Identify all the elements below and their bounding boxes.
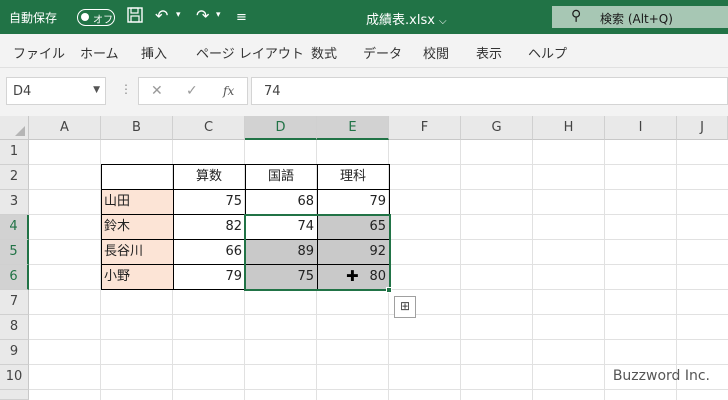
row-header[interactable]: 2 [0,165,29,190]
column-header[interactable]: I [605,116,677,140]
name-cell[interactable]: 長谷川 [101,240,173,265]
table-header-cell[interactable]: 国語 [245,165,317,190]
gridline [604,140,605,400]
search-box[interactable]: ⚲ 検索 (Alt+Q) [552,6,728,28]
undo-dropdown-icon[interactable]: ▾ [176,10,181,20]
select-all-icon [15,126,25,136]
redo-dropdown-icon[interactable]: ▾ [216,10,221,20]
column-header[interactable]: J [677,116,728,140]
customize-toolbar-icon[interactable]: ≡ [236,8,247,28]
column-header[interactable]: G [461,116,533,140]
formula-tools: ✕ ✓ fx [138,77,248,105]
tab-view[interactable]: 表示 [476,43,502,62]
column-header[interactable]: C [173,116,245,140]
tab-file[interactable]: ファイル [13,43,65,62]
cancel-icon[interactable]: ✕ [151,83,163,99]
score-cell[interactable]: 79 [173,265,245,290]
tab-data[interactable]: データ [363,43,402,62]
name-box-value: D4 [13,84,32,99]
name-box[interactable]: D4 ▼ [6,77,106,105]
gridline [532,140,533,400]
gridline [29,389,728,390]
table-border [101,164,102,290]
name-cell[interactable]: 山田 [101,190,173,215]
enter-icon[interactable]: ✓ [186,83,198,99]
undo-icon[interactable]: ↶ [155,6,168,26]
cross-cursor-icon: ✚ [346,267,359,285]
file-name-text: 成績表.xlsx [366,13,435,28]
table-border [173,164,174,290]
more-options-icon[interactable]: ⋮ [120,82,132,96]
ribbon-tabs: ファイル ホーム 挿入 ページ レイアウト 数式 データ 校閲 表示 ヘルプ [0,34,728,68]
autosave-state: オフ [93,15,113,26]
row-header[interactable]: 8 [0,315,29,340]
name-cell[interactable]: 小野 [101,265,173,290]
autosave-toggle[interactable]: オフ [77,9,115,26]
row-header-selected[interactable]: 4 [0,215,29,240]
table-border [101,164,173,165]
file-name[interactable]: 成績表.xlsx ⌵ [366,9,447,28]
table-header-cell[interactable]: 算数 [173,165,245,190]
row-header[interactable]: 7 [0,290,29,315]
tab-help[interactable]: ヘルプ [528,43,567,62]
row-header[interactable]: 3 [0,190,29,215]
chevron-down-icon: ⌵ [439,16,447,27]
gridline [460,140,461,400]
score-cell[interactable]: 82 [173,215,245,240]
watermark: Buzzword Inc. [612,368,710,384]
search-label: 検索 (Alt+Q) [600,12,673,26]
score-cell[interactable]: 66 [173,240,245,265]
chevron-down-icon[interactable]: ▼ [93,85,100,95]
column-header[interactable]: H [533,116,605,140]
insert-function-icon[interactable]: fx [223,84,234,98]
tab-home[interactable]: ホーム [80,43,119,62]
formula-input[interactable]: 74 [251,77,728,105]
redo-icon[interactable]: ↷ [196,6,209,26]
row-header[interactable] [0,390,29,400]
column-header[interactable]: F [389,116,461,140]
selection-range [244,214,391,291]
gridline [29,339,728,340]
row-header[interactable]: 1 [0,140,29,165]
score-cell[interactable]: 68 [245,190,317,215]
column-header-selected[interactable]: D [245,116,317,140]
tab-review[interactable]: 校閲 [423,43,449,62]
row-header[interactable]: 10 [0,365,29,390]
score-cell[interactable]: 75 [173,190,245,215]
column-header[interactable]: B [101,116,173,140]
autosave-label: 自動保存 [9,11,58,25]
tab-page-layout[interactable]: ページ レイアウト [196,43,304,62]
score-cell[interactable]: 79 [317,190,389,215]
table-header-cell[interactable]: 理科 [317,165,389,190]
tab-formulas[interactable]: 数式 [311,43,337,62]
title-bar: 自動保存 オフ ↶ ▾ ↷ ▾ ≡ 成績表.xlsx ⌵ ⚲ 検索 (Alt+Q… [0,0,728,34]
tab-insert[interactable]: 挿入 [141,43,167,62]
row-header[interactable]: 9 [0,340,29,365]
column-header-selected[interactable]: E [317,116,389,140]
gridline [29,314,728,315]
select-all-button[interactable] [0,116,29,140]
row-header-selected[interactable]: 6 [0,265,29,290]
column-header[interactable]: A [29,116,101,140]
formula-bar: D4 ▼ ⋮ ✕ ✓ fx 74 [0,68,728,116]
name-cell[interactable]: 鈴木 [101,215,173,240]
fill-handle[interactable] [386,287,392,293]
quick-analysis-icon[interactable]: ⊞ [394,296,416,318]
gridline [29,364,728,365]
formula-value: 74 [264,84,281,99]
spreadsheet-grid[interactable]: A B C D E F G H I J 1 2 3 4 5 6 7 8 9 10… [0,116,728,400]
save-icon[interactable] [126,6,144,29]
gridline [676,140,677,400]
table-border [173,164,389,165]
row-header-selected[interactable]: 5 [0,240,29,265]
search-icon: ⚲ [571,8,582,24]
toggle-knob [81,13,89,21]
